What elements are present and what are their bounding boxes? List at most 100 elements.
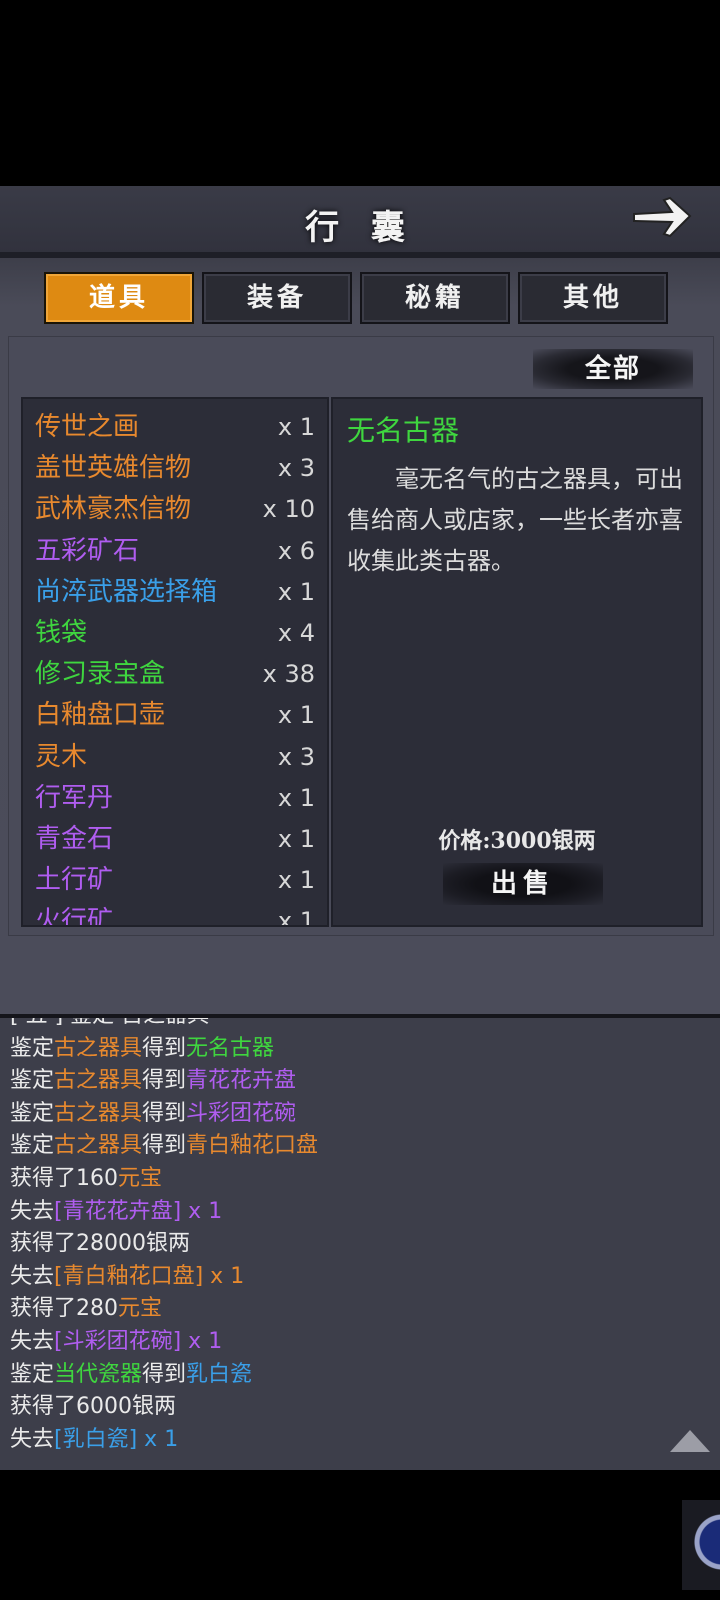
- log-segment: x 1: [181, 1329, 223, 1354]
- log-segment: 当代瓷器: [54, 1361, 143, 1387]
- item-name: 传世之画: [35, 412, 140, 442]
- inventory-item[interactable]: 青金石 x 1: [35, 819, 315, 859]
- item-name: 土行矿: [35, 865, 114, 896]
- log-segment: 古之器具: [54, 1100, 143, 1126]
- tab-items[interactable]: 道具: [44, 272, 194, 324]
- log-segment: 无名古器: [186, 1035, 275, 1061]
- log-segment: 斗彩团花碗: [186, 1100, 297, 1126]
- filter-all-button[interactable]: 全部: [533, 349, 693, 389]
- inventory-item[interactable]: 钱袋 x 4: [35, 613, 315, 653]
- log-segment: 获得了280: [10, 1296, 118, 1322]
- log-segment: 得到: [142, 1035, 187, 1061]
- log-segment: [乳白瓷]: [54, 1426, 138, 1452]
- scroll-up-icon[interactable]: [668, 1428, 712, 1454]
- item-quantity: x 1: [277, 577, 315, 606]
- inventory-panel: 行 囊 道具 装备 秘籍 其他 全部 传世之画 x 1 盖世英雄信物 x 3 武林豪杰信…: [0, 186, 720, 1014]
- inventory-item[interactable]: 武林豪杰信物 x 10: [35, 489, 315, 529]
- item-name: 修习录宝盒: [35, 659, 166, 690]
- inventory-item[interactable]: 盖世英雄信物 x 3: [35, 448, 315, 488]
- log-segment: 得到: [142, 1361, 187, 1387]
- inventory-item[interactable]: 尚淬武器选择箱 x 1: [35, 572, 315, 612]
- title-bar: 行 囊: [0, 186, 720, 258]
- log-entry: 失去[乳白瓷] x 1: [10, 1424, 178, 1456]
- log-segment: 鉴定: [10, 1035, 55, 1061]
- log-segment: x 1: [181, 1198, 223, 1224]
- inventory-item[interactable]: 行军丹 x 1: [35, 778, 315, 818]
- log-segment: 古之器具: [54, 1068, 143, 1094]
- log-segment: 失去: [10, 1198, 55, 1224]
- inventory-item[interactable]: 白釉盘口壶 x 1: [35, 695, 315, 735]
- item-quantity: x 1: [277, 783, 315, 812]
- log-segment: 失去: [10, 1263, 55, 1289]
- tab-manuals[interactable]: 秘籍: [360, 272, 510, 324]
- item-name: 钱袋: [35, 618, 88, 648]
- corner-menu-icon[interactable]: [682, 1500, 720, 1590]
- log-entry: 获得了6000银两: [10, 1391, 176, 1423]
- log-segment: 得到: [142, 1068, 187, 1094]
- log-segment: 获得了28000银两: [10, 1231, 190, 1257]
- log-segment: x 1: [203, 1263, 245, 1289]
- item-quantity: x 1: [277, 825, 315, 853]
- log-segment: 得到: [142, 1100, 187, 1126]
- log-segment: 得到: [142, 1133, 187, 1159]
- message-log[interactable]: 失去[乳白瓷] x 1 获得了6000银两 鉴定当代瓷器得到乳白瓷 失去[斗彩团花碗]…: [0, 1014, 720, 1470]
- item-quantity: x 1: [277, 907, 315, 927]
- log-segment: 获得了6000银两: [10, 1394, 176, 1420]
- inventory-item[interactable]: 灵木 x 3: [35, 737, 315, 777]
- item-name: 白釉盘口壶: [35, 700, 166, 731]
- item-quantity: x 3: [277, 742, 315, 771]
- log-segment: [青花花卉盘]: [54, 1198, 182, 1224]
- item-detail-name: 无名古器: [347, 414, 460, 447]
- item-quantity: x 1: [277, 866, 315, 895]
- log-segment: [青白釉花口盘]: [54, 1263, 204, 1289]
- item-price: 价格:3000银两: [438, 828, 596, 854]
- log-segment: 元宝: [118, 1166, 163, 1191]
- item-name: 青金石: [35, 824, 114, 854]
- item-name: 灵木: [35, 741, 88, 772]
- log-segment: 获得了160: [10, 1166, 118, 1191]
- item-quantity: x 1: [277, 701, 315, 730]
- item-quantity: x 6: [277, 536, 315, 565]
- item-quantity: x 38: [262, 660, 315, 689]
- log-entry: 失去[青花花卉盘] x 1: [10, 1196, 222, 1228]
- log-segment: x 1: [137, 1426, 179, 1452]
- log-segment: 鉴定: [10, 1361, 55, 1387]
- item-detail-description: 毫无名气的古之器具，可出售给商人或店家，一些长者亦喜收集此类古器。: [347, 465, 683, 575]
- item-name: 武林豪杰信物: [35, 494, 192, 525]
- log-entry: 获得了280元宝: [10, 1293, 162, 1325]
- item-list[interactable]: 传世之画 x 1 盖世英雄信物 x 3 武林豪杰信物 x 10 五彩矿石 x 6 尚淬武器选择箱…: [21, 397, 329, 927]
- item-quantity: x 1: [277, 413, 315, 441]
- item-quantity: x 10: [262, 495, 315, 524]
- log-segment: 鉴定: [10, 1068, 55, 1094]
- log-segment: [ 五 ] 鉴定 古之器具: [10, 1014, 210, 1028]
- item-name: 行军丹: [35, 782, 114, 813]
- log-entry: 鉴定当代瓷器得到乳白瓷: [10, 1359, 252, 1391]
- sell-button[interactable]: 出售: [443, 863, 603, 905]
- inventory-item[interactable]: 火行矿 x 1: [35, 901, 315, 927]
- log-entry: 失去[斗彩团花碗] x 1: [10, 1326, 222, 1358]
- item-name: 尚淬武器选择箱: [35, 576, 218, 607]
- item-detail-panel: 无名古器 毫无名气的古之器具，可出售给商人或店家，一些长者亦喜收集此类古器。 价…: [331, 397, 703, 927]
- log-entry: 鉴定古之器具得到青白釉花口盘: [10, 1130, 318, 1162]
- inventory-item[interactable]: 五彩矿石 x 6: [35, 531, 315, 571]
- log-entry: 获得了160元宝: [10, 1163, 162, 1195]
- log-entry: [ 五 ] 鉴定 古之器具: [10, 1014, 210, 1032]
- item-quantity: x 4: [277, 619, 315, 647]
- inventory-item[interactable]: 修习录宝盒 x 38: [35, 654, 315, 694]
- arrow-right-icon[interactable]: [630, 194, 694, 240]
- log-entry: 鉴定古之器具得到青花花卉盘: [10, 1065, 296, 1097]
- tab-other[interactable]: 其他: [518, 272, 668, 324]
- log-entry: 获得了28000银两: [10, 1228, 190, 1260]
- log-segment: 失去: [10, 1329, 55, 1354]
- log-segment: 元宝: [118, 1296, 163, 1322]
- inventory-item[interactable]: 土行矿 x 1: [35, 860, 315, 900]
- item-name: 盖世英雄信物: [35, 453, 192, 484]
- tab-equipment[interactable]: 装备: [202, 272, 352, 324]
- log-entry: 鉴定古之器具得到斗彩团花碗: [10, 1098, 296, 1130]
- item-quantity: x 3: [277, 454, 315, 483]
- inventory-item[interactable]: 传世之画 x 1: [35, 407, 315, 447]
- log-entry: 鉴定古之器具得到无名古器: [10, 1033, 274, 1065]
- log-segment: 鉴定: [10, 1133, 55, 1159]
- log-segment: 青花花卉盘: [186, 1068, 297, 1094]
- log-segment: 古之器具: [54, 1133, 143, 1159]
